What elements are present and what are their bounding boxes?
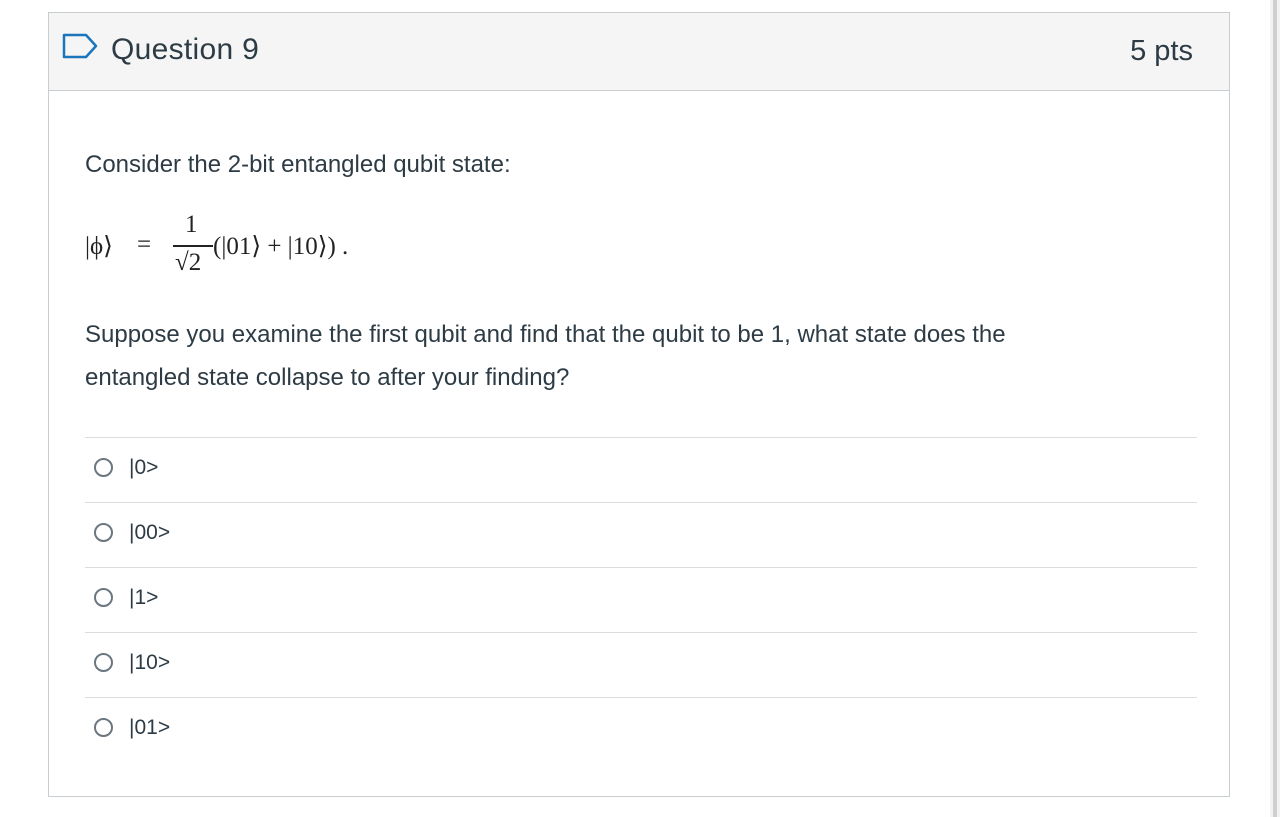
- equation-rhs: (|01⟩ + |10⟩) .: [213, 233, 349, 260]
- radio-unchecked-icon[interactable]: [94, 458, 113, 477]
- radio-unchecked-icon[interactable]: [94, 588, 113, 607]
- window-scrollbar[interactable]: [1270, 0, 1280, 817]
- fraction-bar: [173, 245, 213, 247]
- answer-label: |1>: [129, 586, 159, 609]
- question-body-line-2: entangled state collapse to after your f…: [85, 364, 570, 391]
- answer-list: |0> |00> |1> |10> |01>: [85, 437, 1197, 762]
- answer-option[interactable]: |10>: [85, 632, 1197, 697]
- equation-equals: =: [137, 231, 152, 258]
- flag-question-icon[interactable]: [62, 33, 98, 59]
- scrollbar-track[interactable]: [1273, 0, 1277, 817]
- answer-label: |0>: [129, 456, 159, 479]
- radio-unchecked-icon[interactable]: [94, 718, 113, 737]
- answer-option[interactable]: |01>: [85, 697, 1197, 762]
- answer-option[interactable]: |0>: [85, 437, 1197, 502]
- radio-unchecked-icon[interactable]: [94, 653, 113, 672]
- question-body-line-1: Suppose you examine the first qubit and …: [85, 321, 1006, 348]
- question-card: Question 9 5 pts Consider the 2-bit enta…: [48, 12, 1230, 797]
- question-title: Question 9: [111, 33, 260, 66]
- question-prompt: Consider the 2-bit entangled qubit state…: [85, 151, 511, 178]
- question-header: Question 9 5 pts: [49, 13, 1229, 91]
- equation-denominator: √2: [175, 249, 202, 276]
- answer-label: |01>: [129, 716, 171, 739]
- equation-lhs: |ϕ⟩: [85, 233, 113, 260]
- question-points: 5 pts: [1130, 35, 1193, 67]
- radio-unchecked-icon[interactable]: [94, 523, 113, 542]
- answer-label: |10>: [129, 651, 171, 674]
- answer-label: |00>: [129, 521, 171, 544]
- answer-option[interactable]: |1>: [85, 567, 1197, 632]
- answer-option[interactable]: |00>: [85, 502, 1197, 567]
- equation-numerator: 1: [185, 211, 198, 238]
